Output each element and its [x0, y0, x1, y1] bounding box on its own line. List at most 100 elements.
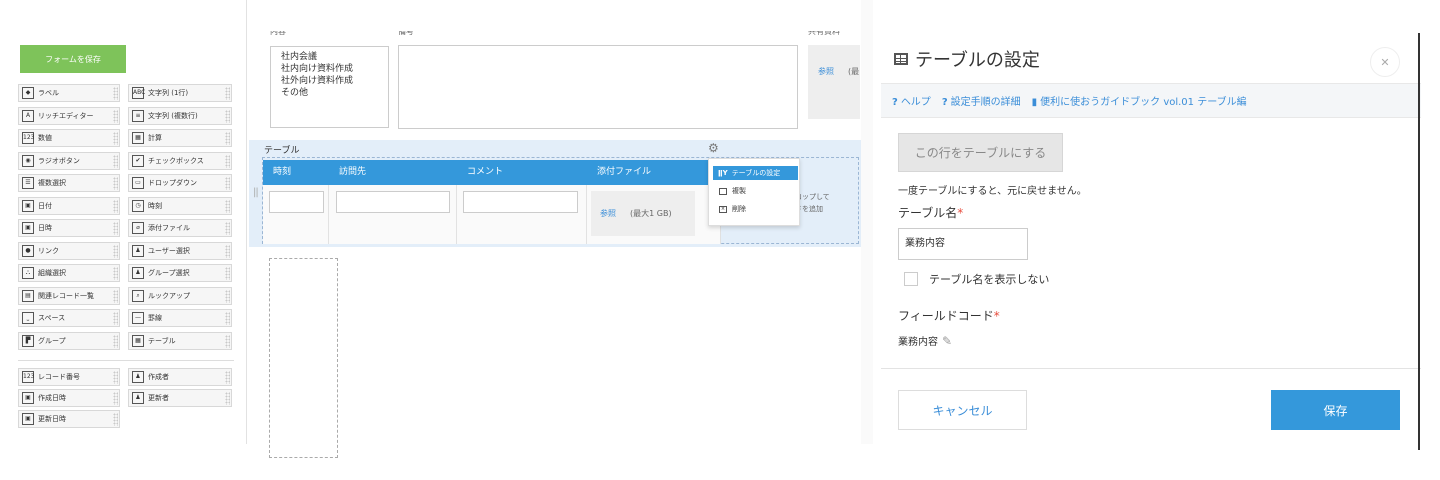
palette-item[interactable]: ♟ ユーザー選択 [128, 241, 232, 260]
drag-grip-icon[interactable] [113, 267, 118, 280]
menu-item-label: 削除 [732, 205, 746, 213]
drag-grip-icon[interactable] [113, 371, 118, 384]
visit-input[interactable] [336, 191, 450, 213]
setup-details-link[interactable]: ? 設定手順の詳細 [942, 93, 1021, 108]
list-item[interactable]: 社内向け資料作成 [281, 63, 378, 75]
drop-zone[interactable] [269, 258, 338, 458]
palette-item[interactable]: ▤ 関連レコード一覧 [18, 286, 120, 305]
drag-grip-icon[interactable] [113, 289, 118, 303]
palette-item[interactable]: ⌀ 添付ファイル [128, 219, 232, 237]
palette-item-label: ラジオボタン [38, 156, 80, 165]
help-link[interactable]: ? ヘルプ [892, 93, 931, 108]
palette-item[interactable]: 123 レコード番号 [18, 368, 120, 386]
palette-item[interactable]: ♟ 作成者 [128, 368, 232, 386]
memo-textarea[interactable] [398, 45, 798, 129]
drag-grip-icon[interactable] [113, 312, 118, 325]
gear-icon[interactable]: ⚙ [708, 141, 719, 155]
close-button[interactable]: ✕ [1370, 47, 1400, 77]
drag-grip-icon[interactable] [225, 199, 230, 213]
drag-grip-icon[interactable] [113, 392, 118, 405]
palette-item[interactable]: ♟ 更新者 [128, 389, 232, 407]
menu-item-label: テーブルの設定 [731, 169, 781, 177]
drag-grip-icon[interactable] [113, 154, 118, 168]
list-item[interactable]: 社外向け資料作成 [281, 75, 378, 87]
drag-grip-icon[interactable] [225, 154, 230, 168]
guidebook-link[interactable]: ▮ 便利に使おうガイドブック vol.01 テーブル編 [1032, 93, 1247, 108]
menu-item-table-settings[interactable]: ǁY テーブルの設定 [713, 166, 798, 180]
drag-grip-icon[interactable] [113, 244, 118, 258]
field-code-row: 業務内容 ✎ [898, 333, 952, 349]
time-input[interactable] [269, 191, 324, 213]
save-button[interactable]: 保存 [1271, 390, 1400, 430]
drag-grip-icon[interactable] [113, 413, 118, 426]
palette-item[interactable]: ◉ ラジオボタン [18, 151, 120, 170]
drag-grip-icon[interactable] [225, 312, 230, 325]
field-type-icon: ABC [132, 87, 145, 99]
palette-item[interactable]: ≡ 文字列 (複数行) [128, 106, 232, 125]
palette-item[interactable]: ▣ 更新日時 [18, 410, 120, 428]
make-table-button[interactable]: この行をテーブルにする [898, 133, 1063, 172]
palette-item[interactable]: ⛬ 組織選択 [18, 264, 120, 282]
drag-grip-icon[interactable] [113, 334, 118, 348]
palette-item[interactable]: ▦ テーブル [128, 331, 232, 350]
palette-item[interactable]: ◷ 時刻 [128, 196, 232, 215]
drag-grip-icon[interactable] [225, 392, 230, 405]
browse-link[interactable]: 参照 [600, 209, 616, 218]
menu-item-delete[interactable]: × 削除 [719, 204, 746, 214]
drag-grip-icon[interactable] [225, 132, 230, 145]
drag-handle-icon[interactable]: || [253, 187, 259, 198]
business-multiselect[interactable]: 社内会議 社内向け資料作成 社外向け資料作成 その他 [270, 46, 389, 128]
drag-grip-icon[interactable] [225, 222, 230, 235]
palette-item[interactable]: ▦ 計算 [128, 129, 232, 147]
palette-item-label: 数値 [38, 134, 52, 142]
palette-item[interactable]: ◆ ラベル [18, 84, 120, 102]
palette-item[interactable]: ▣ 日付 [18, 196, 120, 215]
drag-grip-icon[interactable] [113, 109, 118, 123]
palette-item[interactable]: A リッチエディター [18, 106, 120, 125]
browse-link[interactable]: 参照 [818, 67, 834, 76]
palette-item[interactable]: — 罫線 [128, 309, 232, 327]
attachment-cell[interactable]: 参照 (最大1 GB) [591, 191, 695, 236]
drag-grip-icon[interactable] [225, 289, 230, 303]
drag-grip-icon[interactable] [113, 132, 118, 145]
drag-grip-icon[interactable] [225, 334, 230, 348]
palette-item[interactable]: ✔ チェックボックス [128, 151, 232, 170]
list-item[interactable]: 社内会議 [281, 51, 378, 63]
hide-name-option[interactable]: テーブル名を表示しない [904, 271, 1049, 287]
palette-item[interactable]: ♟ グループ選択 [128, 264, 232, 282]
drag-grip-icon[interactable] [113, 222, 118, 235]
drag-grip-icon[interactable] [225, 267, 230, 280]
hide-name-checkbox[interactable] [904, 272, 918, 286]
edit-icon[interactable]: ✎ [942, 334, 952, 348]
palette-item[interactable]: ☰ 複数選択 [18, 174, 120, 192]
palette-item[interactable]: ▣ 日時 [18, 219, 120, 237]
drag-grip-icon[interactable] [225, 109, 230, 123]
field-type-icon: ♟ [132, 244, 144, 257]
palette-item[interactable]: ⎵ スペース [18, 309, 120, 327]
palette-item[interactable]: ● リンク [18, 241, 120, 260]
cancel-button[interactable]: キャンセル [898, 390, 1027, 430]
palette-item[interactable]: ABC 文字列 (1行) [128, 84, 232, 102]
palette-item[interactable]: ⌕ ルックアップ [128, 286, 232, 305]
save-form-button[interactable]: フォームを保存 [20, 45, 126, 73]
shared-attachment-field[interactable]: 参照 (最 [808, 45, 860, 119]
drag-grip-icon[interactable] [225, 244, 230, 258]
palette-item[interactable]: ▭ ドロップダウン [128, 174, 232, 192]
comment-input[interactable] [463, 191, 578, 213]
palette-item[interactable]: ▛ グループ [18, 331, 120, 350]
drag-grip-icon[interactable] [225, 177, 230, 190]
palette-item-label: 作成者 [148, 373, 169, 381]
drag-grip-icon[interactable] [113, 87, 118, 100]
list-item[interactable]: その他 [281, 87, 378, 99]
menu-item-duplicate[interactable]: 複製 [719, 186, 746, 196]
field-type-icon: ✔ [132, 154, 144, 167]
delete-icon: × [719, 205, 727, 213]
palette-item[interactable]: ▣ 作成日時 [18, 389, 120, 407]
drag-grip-icon[interactable] [225, 87, 230, 100]
drag-grip-icon[interactable] [225, 371, 230, 384]
palette-item[interactable]: 123 数値 [18, 129, 120, 147]
drag-grip-icon[interactable] [113, 177, 118, 190]
required-mark: * [957, 206, 964, 220]
drag-grip-icon[interactable] [113, 199, 118, 213]
table-name-input[interactable]: 業務内容 [898, 228, 1028, 260]
